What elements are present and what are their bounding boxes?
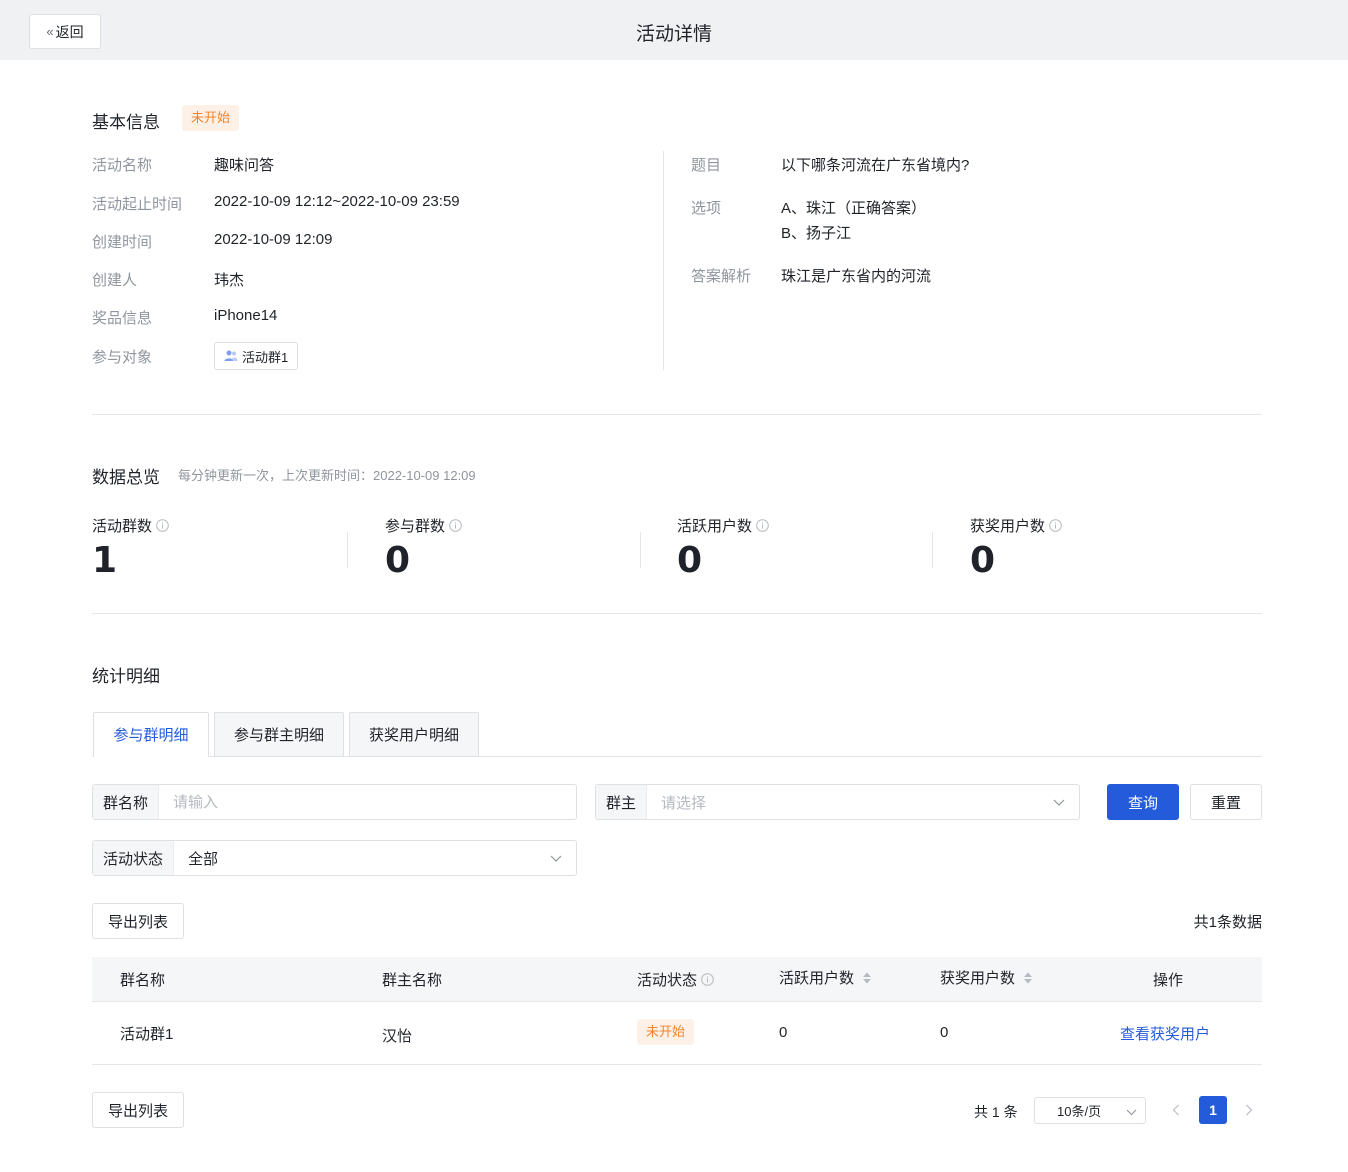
pagination-total: 共 1 条: [974, 1104, 1018, 1120]
analysis-label: 答案解析: [691, 268, 752, 285]
cell-status-badge: 未开始: [637, 1019, 695, 1045]
status-badge: 未开始: [182, 105, 240, 131]
th-winners-text: 获奖用户数: [940, 970, 1016, 987]
field-value-created-time: 2022-10-09 12:09: [214, 231, 333, 248]
sort-icon[interactable]: [1023, 971, 1033, 985]
th-status-text: 活动状态: [637, 972, 698, 989]
info-icon[interactable]: [156, 519, 169, 532]
tab-owner-detail[interactable]: 参与群主明细: [214, 712, 344, 757]
export-list-button[interactable]: 导出列表: [92, 903, 184, 939]
cell-group-name: 活动群1: [120, 1026, 174, 1043]
chevron-down-icon: [1039, 785, 1079, 819]
field-label-name: 活动名称: [92, 157, 153, 174]
stat-label-winners-text: 获奖用户数: [970, 518, 1046, 535]
status-filter[interactable]: 活动状态 全部: [92, 840, 577, 876]
prev-page-button[interactable]: [1162, 1096, 1190, 1124]
query-button[interactable]: 查询: [1107, 784, 1179, 820]
overview-update-note: 每分钟更新一次，上次更新时间：2022-10-09 12:09: [178, 468, 476, 483]
table-row-divider: [92, 1064, 1262, 1065]
page-size-select[interactable]: 10条/页: [1034, 1097, 1146, 1124]
cell-owner-name: 汉怡: [382, 1028, 413, 1045]
stat-value-groups: 1: [92, 540, 118, 581]
next-page-button[interactable]: [1235, 1096, 1263, 1124]
th-actions: 操作: [1153, 972, 1184, 989]
stat-divider: [347, 532, 348, 568]
options-label: 选项: [691, 200, 722, 217]
info-icon[interactable]: [1049, 519, 1062, 532]
stat-divider: [640, 532, 641, 568]
th-owner-name: 群主名称: [382, 972, 443, 989]
total-count: 共1条数据: [1193, 914, 1262, 931]
th-active-users-text: 活跃用户数: [779, 970, 855, 987]
stat-label-joined-groups-text: 参与群数: [385, 518, 446, 535]
field-value-name: 趣味问答: [214, 157, 275, 174]
field-label-target: 参与对象: [92, 349, 153, 366]
th-active-users[interactable]: 活跃用户数: [779, 967, 872, 988]
field-value-creator: 玮杰: [214, 272, 245, 289]
owner-filter[interactable]: 群主 请选择: [595, 784, 1080, 820]
group-name-input[interactable]: [159, 785, 576, 819]
table-row-divider: [92, 1001, 1262, 1002]
status-label: 活动状态: [93, 841, 175, 875]
tab-group-detail[interactable]: 参与群明细: [93, 712, 209, 757]
stat-label-groups-text: 活动群数: [92, 518, 153, 535]
cell-winners: 0: [940, 1024, 949, 1041]
field-value-period: 2022-10-09 12:12~2022-10-09 23:59: [214, 193, 460, 210]
view-winners-link[interactable]: 查看获奖用户: [1120, 1023, 1210, 1044]
stat-divider: [932, 532, 933, 568]
stat-value-winners: 0: [970, 540, 996, 581]
basic-info-divider: [663, 151, 664, 370]
cell-active-users: 0: [779, 1024, 788, 1041]
stat-value-active-users: 0: [677, 540, 703, 581]
stat-value-joined-groups: 0: [385, 540, 411, 581]
th-status: 活动状态: [637, 969, 714, 990]
group-name-label: 群名称: [93, 785, 160, 819]
stat-label-active-users: 活跃用户数: [677, 515, 769, 536]
info-icon[interactable]: [756, 519, 769, 532]
sort-icon[interactable]: [862, 971, 872, 985]
chevron-down-icon: [1126, 1104, 1137, 1119]
option-a: A、珠江（正确答案）: [781, 200, 927, 217]
option-b: B、扬子江: [781, 225, 852, 242]
page-title: 活动详情: [635, 24, 712, 45]
group-users-icon: [224, 350, 238, 361]
chevron-down-icon: [536, 841, 576, 875]
section-divider: [92, 414, 1262, 415]
th-group-name: 群名称: [120, 972, 166, 989]
field-label-created-time: 创建时间: [92, 234, 153, 251]
tab-winner-detail[interactable]: 获奖用户明细: [349, 712, 479, 757]
target-group-label: 活动群1: [242, 349, 289, 365]
th-winners[interactable]: 获奖用户数: [940, 967, 1033, 988]
owner-label: 群主: [596, 785, 648, 819]
target-group-tag: 活动群1: [214, 342, 299, 370]
reset-button[interactable]: 重置: [1190, 784, 1262, 820]
page-size-value: 10条/页: [1057, 1104, 1102, 1119]
owner-select[interactable]: 请选择: [647, 785, 1039, 819]
stat-label-joined-groups: 参与群数: [385, 515, 462, 536]
basic-info-title: 基本信息: [92, 113, 160, 132]
info-icon[interactable]: [701, 973, 714, 986]
detail-title: 统计明细: [92, 667, 160, 686]
question-label: 题目: [691, 157, 722, 174]
group-name-filter: 群名称: [92, 784, 577, 820]
stat-label-active-users-text: 活跃用户数: [677, 518, 753, 535]
overview-title: 数据总览: [92, 468, 160, 487]
field-value-prize: iPhone14: [214, 307, 278, 324]
info-icon[interactable]: [449, 519, 462, 532]
field-label-prize: 奖品信息: [92, 310, 153, 327]
field-label-period: 活动起止时间: [92, 196, 183, 213]
status-select[interactable]: 全部: [174, 841, 536, 875]
export-list-button-bottom[interactable]: 导出列表: [92, 1092, 184, 1128]
section-divider: [92, 613, 1262, 614]
chevron-right-icon: [1246, 1104, 1253, 1116]
field-label-creator: 创建人: [92, 272, 138, 289]
page-number-current[interactable]: 1: [1199, 1096, 1227, 1124]
question-value: 以下哪条河流在广东省境内?: [781, 157, 970, 174]
analysis-value: 珠江是广东省内的河流: [781, 268, 932, 285]
top-bar: « 返回 活动详情: [0, 0, 1348, 60]
stat-label-winners: 获奖用户数: [970, 515, 1062, 536]
chevron-left-icon: [1172, 1104, 1179, 1116]
stat-label-groups: 活动群数: [92, 515, 169, 536]
